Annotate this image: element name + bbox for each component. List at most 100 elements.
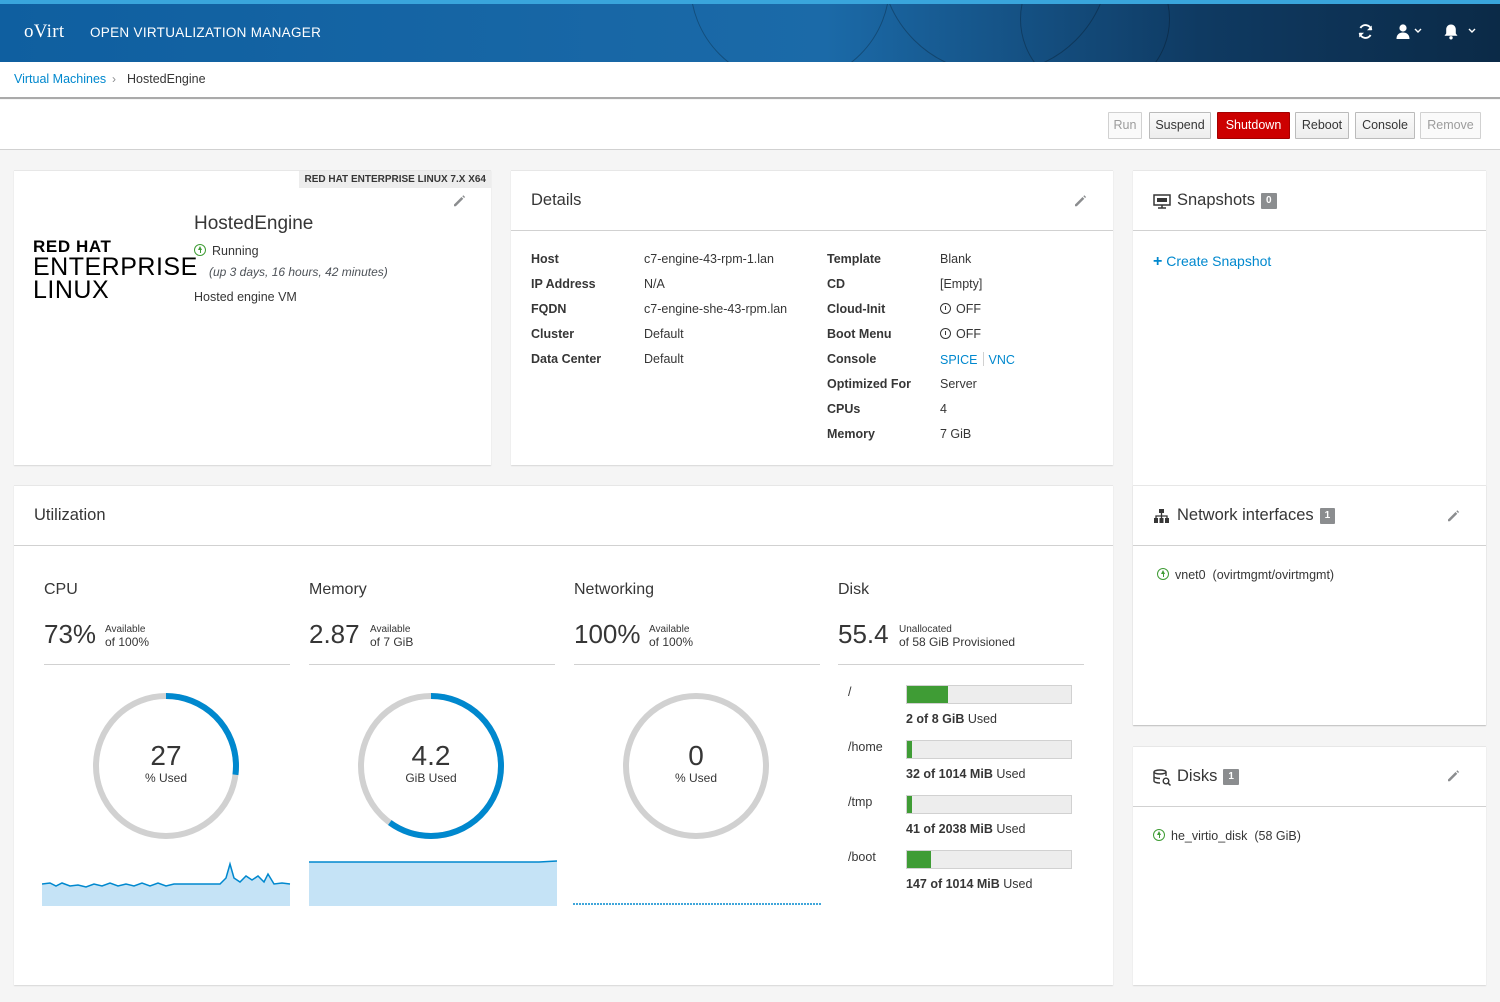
details-title: Details: [531, 191, 582, 209]
shutdown-button[interactable]: Shutdown: [1217, 112, 1290, 139]
cpu-sparkline: [42, 861, 291, 906]
right-label: Console: [827, 352, 877, 366]
edit-details-icon[interactable]: [1073, 194, 1087, 208]
remove-button[interactable]: Remove: [1420, 112, 1481, 139]
right-label: Template: [827, 252, 881, 266]
off-icon: [940, 303, 951, 314]
partition-usage-fill: [907, 741, 913, 758]
status-up-icon: [194, 244, 206, 256]
right-value: SPICE VNC: [940, 352, 1015, 367]
breadcrumb-current: HostedEngine: [127, 72, 206, 86]
disk-unallocated-label: Unallocated of 58 GiB Provisioned: [899, 624, 1016, 649]
disk-item[interactable]: he_virtio_disk (58 GiB): [1153, 829, 1301, 843]
utilization-card: Utilization CPU 73% Available of 100% 27 …: [14, 485, 1113, 985]
left-label: FQDN: [531, 302, 567, 316]
right-value: 4: [940, 402, 947, 416]
cpu-donut-label: 27 % Used: [144, 740, 188, 786]
right-value: [Empty]: [940, 277, 983, 291]
memory-available-label: Available of 7 GiB: [370, 624, 414, 649]
memory-sparkline: [309, 860, 557, 906]
vm-description: Hosted engine VM: [194, 290, 297, 304]
disk-partition-row: /tmp 41 of 2038 MiB Used: [848, 795, 1088, 840]
right-label: Memory: [827, 427, 875, 441]
reboot-button[interactable]: Reboot: [1295, 112, 1349, 139]
nic-up-icon: [1157, 568, 1169, 580]
console-button[interactable]: Console: [1355, 112, 1415, 139]
left-label: Data Center: [531, 352, 602, 366]
partition-usage-bar: [906, 740, 1072, 759]
partition-name: /boot: [848, 850, 876, 864]
console-vnc-link[interactable]: VNC: [989, 353, 1015, 367]
right-label: Optimized For: [827, 377, 912, 391]
suspend-button[interactable]: Suspend: [1149, 112, 1211, 139]
left-value: c7-engine-43-rpm-1.lan: [644, 252, 774, 266]
right-label: Cloud-Init: [827, 302, 886, 316]
networking-donut-label: 0 % Used: [674, 740, 718, 786]
edit-disks-icon[interactable]: [1446, 769, 1460, 783]
breadcrumb: Virtual Machines › HostedEngine: [0, 62, 1500, 99]
right-value: OFF: [940, 302, 981, 316]
partition-usage-text: 147 of 1014 MiB Used: [906, 877, 1033, 891]
run-button[interactable]: Run: [1108, 112, 1142, 139]
partition-name: /: [848, 685, 852, 699]
disk-up-icon: [1153, 829, 1165, 841]
partition-usage-fill: [907, 686, 948, 703]
disk-partition-row: /boot 147 of 1014 MiB Used: [848, 850, 1088, 895]
partition-usage-bar: [906, 850, 1072, 869]
disk-utilization: Disk 55.4 Unallocated of 58 GiB Provision…: [838, 581, 1084, 911]
breadcrumb-virtual-machines[interactable]: Virtual Machines: [14, 72, 106, 86]
partition-usage-text: 32 of 1014 MiB Used: [906, 767, 1026, 781]
vm-name: HostedEngine: [194, 213, 314, 234]
details-left-list: Host c7-engine-43-rpm-1.lan IP Address N/A F…: [531, 252, 821, 382]
disk-partition-row: / 2 of 8 GiB Used: [848, 685, 1088, 730]
details-card: Details Host c7-engine-43-rpm-1.lan IP Add…: [511, 170, 1113, 465]
plus-icon: +: [1153, 253, 1163, 270]
notifications-icon[interactable]: [1444, 23, 1478, 44]
cpu-available-label: Available of 100%: [105, 624, 150, 649]
edit-network-icon[interactable]: [1446, 509, 1460, 523]
disks-count-badge: 1: [1223, 768, 1239, 785]
right-value: Blank: [940, 252, 972, 266]
app-title: OPEN VIRTUALIZATION MANAGER: [90, 25, 322, 40]
right-value: OFF: [940, 327, 981, 341]
left-value: N/A: [644, 277, 665, 291]
disk-unallocated-value: 55.4: [838, 619, 889, 649]
user-icon[interactable]: [1396, 23, 1424, 44]
vm-uptime: (up 3 days, 16 hours, 42 minutes): [209, 265, 388, 279]
disks-title: Disks 1: [1177, 767, 1239, 786]
networking-title: Networking: [574, 581, 655, 598]
console-link-divider: [982, 352, 984, 366]
networking-available-value: 100%: [574, 619, 641, 649]
create-snapshot-link[interactable]: + Create Snapshot: [1153, 253, 1271, 271]
partition-usage-text: 41 of 2038 MiB Used: [906, 822, 1026, 836]
action-toolbar: Run Suspend Shutdown Reboot Console Remo…: [0, 100, 1500, 150]
edit-vm-icon[interactable]: [452, 194, 466, 208]
snapshot-icon: [1153, 194, 1171, 209]
partition-name: /tmp: [848, 795, 873, 809]
partition-usage-text: 2 of 8 GiB Used: [906, 712, 998, 726]
left-label: IP Address: [531, 277, 596, 291]
right-label: CD: [827, 277, 846, 291]
snapshots-count-badge: 0: [1260, 192, 1277, 209]
cpu-utilization: CPU 73% Available of 100% 27 % Used: [42, 581, 291, 911]
left-value: Default: [644, 327, 684, 341]
breadcrumb-separator: ›: [112, 72, 116, 86]
vm-status: Running: [194, 244, 259, 258]
network-interface-item[interactable]: vnet0 (ovirtmgmt/ovirtmgmt): [1157, 568, 1334, 582]
details-right-list: Template Blank CD [Empty] Cloud-Init OFF Boot …: [827, 252, 1107, 452]
os-tag: RED HAT ENTERPRISE LINUX 7.X X64: [299, 171, 491, 188]
disks-icon: [1153, 769, 1171, 786]
utilization-title: Utilization: [34, 506, 106, 524]
right-label: Boot Menu: [827, 327, 892, 341]
right-label: CPUs: [827, 402, 861, 416]
partition-usage-fill: [907, 851, 931, 868]
network-icon: [1154, 509, 1169, 523]
right-value: 7 GiB: [940, 427, 972, 441]
console-spice-link[interactable]: SPICE: [940, 353, 978, 367]
memory-title: Memory: [309, 581, 367, 598]
refresh-icon[interactable]: [1357, 23, 1374, 44]
memory-available-value: 2.87: [309, 619, 360, 649]
brand-logo[interactable]: oVirt: [24, 21, 64, 43]
left-label: Host: [531, 252, 559, 266]
network-interfaces-title: Network interfaces 1: [1177, 506, 1336, 525]
